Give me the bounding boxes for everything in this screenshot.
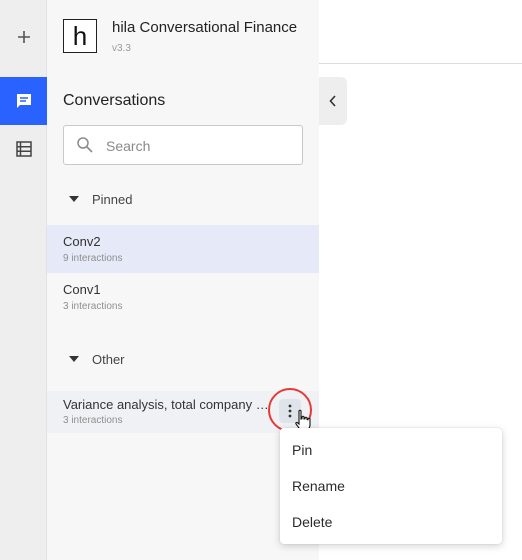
section-toggle-pinned[interactable]: Pinned [63,189,132,209]
menu-item-rename[interactable]: Rename [280,468,502,504]
app-title: hila Conversational Finance [112,19,298,36]
caret-down-icon [63,196,85,202]
more-vertical-icon [288,404,292,418]
conversation-name: Conv2 [63,234,101,249]
data-nav-button[interactable] [0,125,47,173]
chat-icon [16,94,31,108]
conversation-name: Variance analysis, total company a... [63,397,269,412]
app-version: v3.3 [112,43,131,54]
conversations-heading: Conversations [63,92,166,109]
search-icon [77,137,93,153]
header-divider [319,63,522,64]
plus-icon [17,31,30,43]
search-input[interactable] [104,135,288,157]
section-toggle-other[interactable]: Other [63,349,125,369]
search-box[interactable] [63,125,303,165]
chevron-left-icon [329,95,336,107]
conversations-sidebar: h hila Conversational Finance v3.3 Conve… [47,0,319,560]
conversations-nav-button[interactable] [0,77,47,125]
caret-down-icon [63,356,85,362]
menu-item-delete[interactable]: Delete [280,504,502,540]
conversation-count: 3 interactions [63,301,123,312]
collapse-sidebar-button[interactable] [319,77,347,125]
table-list-icon [15,141,32,157]
conversation-item[interactable]: Variance analysis, total company a... 3 … [47,391,319,433]
section-label: Pinned [92,191,133,207]
conversation-context-menu: Pin Rename Delete [280,428,502,544]
conversation-item[interactable]: Conv1 3 interactions [47,273,319,321]
conversation-item[interactable]: Conv2 9 interactions [47,225,319,273]
conversation-name: Conv1 [63,282,101,297]
menu-item-pin[interactable]: Pin [280,432,502,468]
app-logo: h [63,19,97,53]
conversation-count: 3 interactions [63,415,123,426]
app-rail [0,0,47,560]
new-conversation-button[interactable] [0,13,47,61]
section-label: Other [92,351,125,367]
conversation-count: 9 interactions [63,253,123,264]
